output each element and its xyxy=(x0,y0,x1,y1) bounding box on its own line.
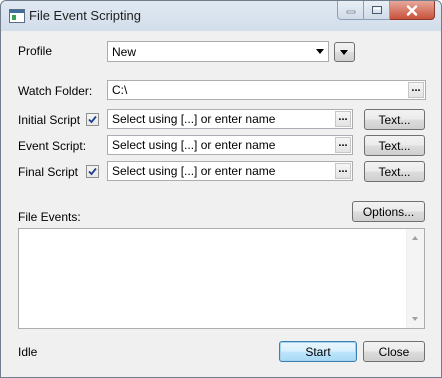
final-script-browse-button[interactable]: ... xyxy=(335,163,351,179)
minimize-button[interactable] xyxy=(337,1,364,20)
watch-folder-label: Watch Folder: xyxy=(18,84,93,98)
final-script-text-button[interactable]: Text... xyxy=(364,161,425,182)
start-button[interactable]: Start xyxy=(279,341,357,362)
final-script-input[interactable]: Select using [...] or enter name ... xyxy=(107,161,353,181)
window-title: File Event Scripting xyxy=(29,8,141,23)
profile-label: Profile xyxy=(18,44,53,58)
final-script-value: Select using [...] or enter name xyxy=(112,164,276,178)
close-window-button[interactable] xyxy=(390,1,435,20)
chevron-down-icon xyxy=(316,49,324,54)
options-button[interactable]: Options... xyxy=(352,201,425,222)
checkmark-icon xyxy=(88,115,97,124)
initial-script-label: Initial Script xyxy=(18,113,81,127)
final-script-checkbox[interactable] xyxy=(86,165,99,178)
scroll-up-icon[interactable] xyxy=(412,236,418,240)
title-bar[interactable]: File Event Scripting xyxy=(1,1,441,31)
file-event-scripting-window: File Event Scripting Profile New Watch F… xyxy=(0,0,442,378)
scroll-down-icon[interactable] xyxy=(412,317,418,321)
file-events-label: File Events: xyxy=(18,210,81,224)
initial-script-text-button[interactable]: Text... xyxy=(364,109,425,130)
minimize-icon xyxy=(346,10,355,14)
event-script-input[interactable]: Select using [...] or enter name ... xyxy=(107,135,353,155)
close-button[interactable]: Close xyxy=(363,341,425,362)
caption-buttons xyxy=(337,1,435,21)
file-events-list[interactable] xyxy=(18,228,425,329)
initial-script-checkbox[interactable] xyxy=(86,113,99,126)
file-events-scrollbar[interactable] xyxy=(406,229,424,328)
close-icon xyxy=(406,4,418,16)
status-text: Idle xyxy=(18,345,38,359)
event-script-text-button[interactable]: Text... xyxy=(364,135,425,156)
maximize-button[interactable] xyxy=(364,1,390,20)
final-script-label: Final Script xyxy=(18,165,79,179)
watch-folder-browse-button[interactable]: ... xyxy=(408,82,424,98)
event-script-value: Select using [...] or enter name xyxy=(112,138,276,152)
watch-folder-input[interactable]: C:\ ... xyxy=(107,80,426,100)
chevron-down-icon xyxy=(340,50,348,55)
app-window-icon xyxy=(9,9,25,23)
profile-value: New xyxy=(112,44,137,59)
initial-script-browse-button[interactable]: ... xyxy=(335,111,351,127)
watch-folder-value: C:\ xyxy=(112,83,128,97)
dialog-client-area: Profile New Watch Folder: C:\ ... Initia… xyxy=(8,31,434,370)
event-script-browse-button[interactable]: ... xyxy=(335,137,351,153)
event-script-label: Event Script: xyxy=(18,139,87,153)
maximize-icon xyxy=(371,6,382,14)
profile-combobox[interactable]: New xyxy=(107,41,329,62)
initial-script-input[interactable]: Select using [...] or enter name ... xyxy=(107,109,353,129)
profile-menu-button[interactable] xyxy=(334,42,355,62)
initial-script-value: Select using [...] or enter name xyxy=(112,112,276,126)
checkmark-icon xyxy=(88,167,97,176)
